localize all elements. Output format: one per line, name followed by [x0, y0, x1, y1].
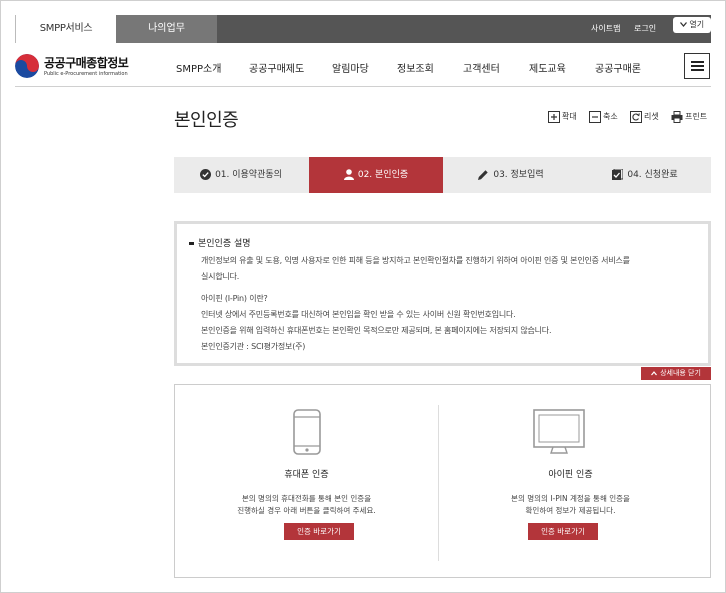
- reset-label: 리셋: [644, 112, 659, 121]
- step-label: 01. 이용약관동의: [215, 170, 282, 180]
- sitemap-link[interactable]: 사이트맵: [591, 15, 620, 43]
- chevron-down-icon: [679, 20, 690, 29]
- step-identity-verification: 02. 본인인증: [309, 157, 443, 193]
- print-label: 프린트: [685, 112, 708, 121]
- minus-box-icon: [589, 110, 601, 123]
- phone-auth-button[interactable]: 인증 바로가기: [284, 523, 354, 540]
- header-divider: [15, 86, 711, 87]
- top-utility-bar: SMPP서비스 나의업무 사이트맵 로그인 열기: [15, 15, 711, 43]
- info-text: 본인인증기관 : SCI평가정보(주): [201, 342, 306, 351]
- phone-auth-desc: 진행하실 경우 아래 버튼을 클릭하여 주세요.: [237, 506, 376, 515]
- logo-subtitle: Public e-Procurement information: [44, 71, 128, 77]
- reset-button[interactable]: 리셋: [630, 110, 659, 124]
- person-icon: [343, 169, 354, 180]
- step-info-input: 03. 정보입력: [444, 157, 577, 193]
- tab-my-work[interactable]: 나의업무: [116, 15, 217, 43]
- step-complete: 04. 신청완료: [578, 157, 711, 193]
- check-circle-icon: [200, 169, 212, 180]
- step-label: 04. 신청완료: [627, 170, 678, 180]
- chevron-up-icon: [651, 370, 658, 375]
- step-indicator: 01. 이용약관동의 02. 본인인증 03. 정보입력 04. 신청완료: [174, 157, 711, 193]
- info-text: 인터넷 상에서 주민등록번호를 대신하여 본인임을 확인 받을 수 있는 사이버…: [201, 310, 516, 319]
- login-link[interactable]: 로그인: [634, 15, 656, 43]
- phone-auth-section: 휴대폰 인증 본의 명의의 휴대전화를 통해 본인 인증을 진행하실 경우 아래…: [175, 385, 438, 577]
- ipin-auth-section: 아이핀 인증 본의 명의의 I-PIN 계정을 통해 인증을 확인하여 정보가 …: [439, 385, 702, 577]
- nav-item-public-purchase-forum[interactable]: 공공구매론: [595, 60, 641, 75]
- step-label: 03. 정보입력: [493, 170, 544, 180]
- ipin-auth-desc: 확인하여 정보가 제공됩니다.: [525, 506, 616, 515]
- reset-icon: [630, 110, 642, 123]
- zoom-out-label: 축소: [603, 112, 618, 121]
- plus-box-icon: [548, 110, 560, 123]
- zoom-in-label: 확대: [562, 112, 577, 121]
- print-button[interactable]: 프린트: [671, 110, 707, 124]
- close-detail-label: 상세내용 닫기: [660, 369, 701, 377]
- ipin-auth-title: 아이핀 인증: [548, 470, 593, 480]
- info-heading: 본인인증 설명: [189, 236, 251, 249]
- open-button-label: 열기: [689, 20, 705, 29]
- nav-item-notice[interactable]: 알림마당: [332, 60, 369, 75]
- info-text: 개인정보의 유출 및 도용, 익명 사용자로 인한 피해 등을 방지하고 본인확…: [201, 256, 630, 265]
- nav-item-public-purchase-system[interactable]: 공공구매제도: [249, 60, 304, 75]
- info-text: 실시합니다.: [201, 272, 240, 281]
- hamburger-icon-bar: [691, 69, 704, 71]
- page-title: 본인인증: [174, 110, 239, 131]
- document-check-icon: [612, 168, 624, 180]
- nav-item-education[interactable]: 제도교육: [529, 60, 566, 75]
- hamburger-icon-bar: [691, 65, 704, 67]
- site-logo[interactable]: 공공구매종합정보 Public e-Procurement informatio…: [15, 53, 145, 83]
- logo-title: 공공구매종합정보: [44, 56, 129, 70]
- phone-auth-title: 휴대폰 인증: [284, 470, 329, 480]
- printer-icon: [671, 110, 683, 123]
- zoom-out-button[interactable]: 축소: [589, 110, 618, 124]
- ipin-auth-button[interactable]: 인증 바로가기: [528, 523, 598, 540]
- info-text: 아이핀 (I-Pin) 이란?: [201, 294, 268, 303]
- monitor-icon: [533, 409, 585, 459]
- tab-smpp-service[interactable]: SMPP서비스: [15, 15, 116, 43]
- hamburger-icon: [691, 61, 704, 63]
- smartphone-icon: [293, 409, 321, 459]
- ipin-auth-desc: 본의 명의의 I-PIN 계정을 통해 인증을: [511, 494, 630, 503]
- pencil-icon: [478, 169, 489, 180]
- taegeuk-logo-icon: [15, 54, 39, 78]
- hamburger-menu-button[interactable]: [684, 53, 710, 79]
- verification-info-box: 본인인증 설명 개인정보의 유출 및 도용, 익명 사용자로 인한 피해 등을 …: [174, 221, 711, 366]
- info-text: 본인인증을 위해 입력하신 휴대폰번호는 본인확인 목적으로만 제공되며, 본 …: [201, 326, 552, 335]
- open-button[interactable]: 열기: [673, 17, 711, 33]
- close-detail-button[interactable]: 상세내용 닫기: [641, 367, 711, 380]
- zoom-in-button[interactable]: 확대: [548, 110, 577, 124]
- auth-methods-panel: 휴대폰 인증 본의 명의의 휴대전화를 통해 본인 인증을 진행하실 경우 아래…: [174, 384, 711, 578]
- nav-item-customer-center[interactable]: 고객센터: [463, 60, 500, 75]
- nav-item-info-search[interactable]: 정보조회: [397, 60, 434, 75]
- step-terms-agreement: 01. 이용약관동의: [174, 157, 308, 193]
- phone-auth-desc: 본의 명의의 휴대전화를 통해 본인 인증을: [241, 494, 372, 503]
- nav-item-smpp-intro[interactable]: SMPP소개: [176, 60, 221, 75]
- step-label: 02. 본인인증: [357, 170, 409, 180]
